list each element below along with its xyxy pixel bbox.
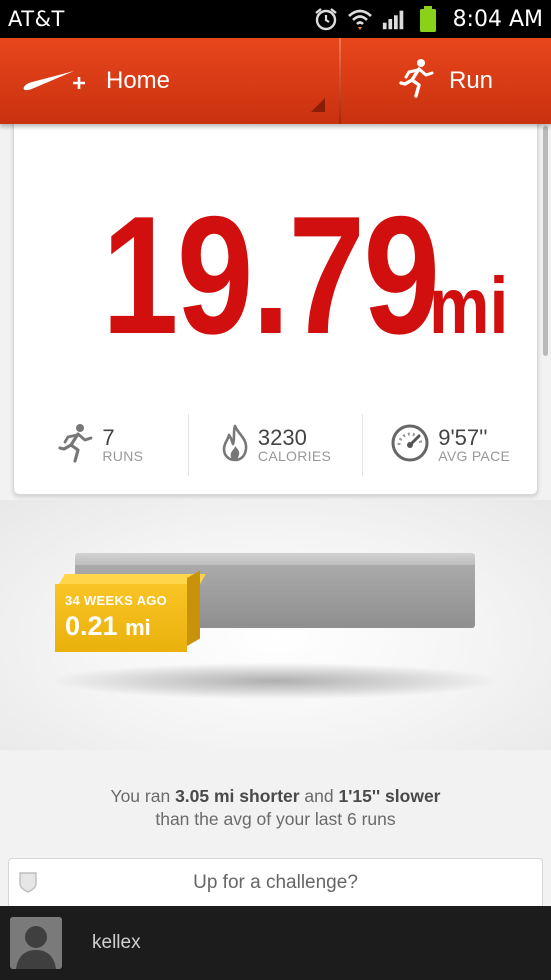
status-bar: AT&T 8:04 AM — [0, 0, 551, 38]
summary-card: 19.79 mi 7 RUNS 3230 CALORIES 9'57'' AVG… — [13, 118, 538, 495]
avatar[interactable] — [10, 917, 62, 969]
comparison-text-line2: than the avg of your last 6 runs — [155, 809, 396, 829]
run-button[interactable]: Run — [341, 38, 551, 124]
comparison-pace-diff: 1'15'' slower — [338, 786, 441, 806]
bar-shadow — [55, 663, 495, 699]
battery-icon — [415, 6, 441, 32]
alarm-icon — [313, 6, 339, 32]
speedometer-icon — [390, 423, 430, 468]
flame-icon — [220, 424, 250, 467]
challenge-label: Up for a challenge? — [193, 871, 358, 893]
runner-icon — [58, 423, 94, 468]
avg-pace-value: 9'57'' — [438, 425, 488, 451]
scrollbar[interactable] — [543, 126, 548, 356]
dropdown-corner-icon — [311, 98, 325, 112]
signal-icon — [381, 6, 407, 32]
runs-value: 7 — [102, 425, 115, 451]
calories-label: CALORIES — [257, 448, 332, 465]
run-label: Run — [448, 67, 494, 94]
username: kellex — [92, 932, 141, 953]
total-distance-value: 19.79 — [102, 181, 440, 369]
comparison-text-prefix: You ran — [110, 786, 176, 806]
wifi-icon — [347, 6, 373, 32]
stat-calories: 3230 CALORIES — [189, 414, 364, 476]
user-bar[interactable]: kellex — [0, 906, 551, 980]
total-distance-unit: mi — [429, 261, 509, 350]
action-bar: Home Run — [0, 38, 551, 124]
home-label: Home — [106, 67, 171, 94]
comparison-summary-text: You ran 3.05 mi shorter and 1'15'' slowe… — [0, 785, 551, 831]
clock: 8:04 AM — [452, 6, 543, 32]
carrier-name: AT&T — [8, 7, 65, 31]
runs-label: RUNS — [102, 448, 144, 465]
stats-row: 7 RUNS 3230 CALORIES 9'57'' AVG PACE — [14, 414, 537, 476]
weeks-ago-label: 34 WEEKS AGO — [65, 593, 168, 608]
run-comparison-block[interactable]: 34 WEEKS AGO 0.21 mi — [55, 570, 206, 652]
stat-avg-pace: 9'57'' AVG PACE — [363, 414, 537, 476]
runner-icon — [399, 58, 435, 105]
run-distance-value: 0.21 — [65, 611, 118, 641]
calories-value: 3230 — [257, 425, 307, 451]
stat-runs: 7 RUNS — [14, 414, 189, 476]
total-distance: 19.79 mi — [14, 179, 537, 372]
home-menu-button[interactable]: Home — [0, 38, 339, 124]
status-icons: 8:04 AM — [313, 6, 543, 32]
comparison-distance-diff: 3.05 mi shorter — [175, 786, 300, 806]
challenge-bar[interactable]: Up for a challenge? — [8, 858, 543, 906]
comparison-text-mid: and — [299, 786, 339, 806]
avg-pace-label: AVG PACE — [438, 448, 511, 465]
run-distance-unit: mi — [125, 615, 151, 640]
nike-plus-logo-icon — [22, 63, 92, 100]
shield-icon — [18, 871, 38, 893]
run-distance: 0.21 mi — [65, 611, 177, 642]
